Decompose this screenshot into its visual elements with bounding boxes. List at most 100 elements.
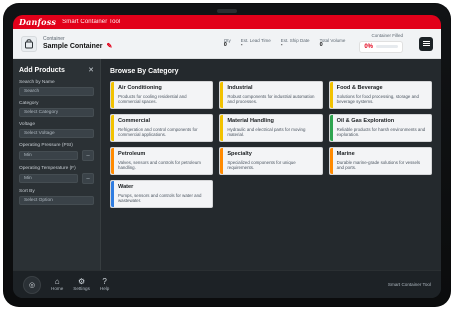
stat-value: 0 <box>319 42 323 48</box>
container-filled-percent: 0% <box>364 43 373 50</box>
container-title-group: Container Sample Container ✎ <box>21 35 112 52</box>
temperature-row: Min – <box>19 173 94 184</box>
container-title-text: Container Sample Container ✎ <box>43 36 112 51</box>
category-card[interactable]: Marine Durable marine-grade solutions fo… <box>328 147 432 175</box>
container-header: Container Sample Container ✎ Qty 0 Est. … <box>13 29 441 59</box>
footer-item-label: Home <box>51 285 64 291</box>
main-panel: Browse By Category Air Conditioning Prod… <box>101 59 441 270</box>
category-card-title: Oil & Gas Exploration <box>336 118 395 124</box>
category-card-title: Food & Beverage <box>336 85 383 91</box>
category-card-title: Air Conditioning <box>118 85 162 91</box>
voltage-field: Voltage Select Voltage <box>19 122 94 138</box>
temperature-field: Operating Temperature (F) Min – <box>19 166 94 184</box>
category-card-title: Specialty <box>227 151 252 157</box>
category-card[interactable]: Petroleum Valves, sensors and controls f… <box>110 147 214 175</box>
category-card[interactable]: Specialty Specialized components for uni… <box>219 147 323 175</box>
category-card-desc: Reliable products for harsh environments… <box>336 126 426 137</box>
container-stats: Qty 0 Est. Lead Time - Est. Ship Date - … <box>224 34 433 53</box>
top-bar: Danfoss Smart Container Tool <box>13 15 441 29</box>
category-card-title: Petroleum <box>118 151 146 157</box>
container-name: Sample Container <box>43 43 103 50</box>
close-icon[interactable]: ✕ <box>88 66 94 74</box>
footer-item-help[interactable]: ? Help <box>99 276 110 292</box>
gear-icon: ⚙ <box>77 276 86 286</box>
field-label: Category <box>19 101 39 106</box>
stat-value: 0 <box>223 42 227 48</box>
stat-ship-date: Est. Ship Date - <box>280 37 310 49</box>
footer-item-settings[interactable]: ⚙ Settings <box>73 276 90 292</box>
main-title: Browse By Category <box>110 68 179 75</box>
footer-left: ◎ ⌂ Home ⚙ Settings ? Help <box>23 275 110 294</box>
category-card[interactable]: Food & Beverage Solutions for food proce… <box>328 81 432 109</box>
stat-volume: Total Volume 0 <box>319 37 346 49</box>
menu-button[interactable] <box>419 36 433 51</box>
category-card-desc: Solutions for food processing, storage a… <box>336 93 419 104</box>
content-area: Add Products ✕ Search by Name Search Cat… <box>13 59 441 270</box>
sidebar-header: Add Products ✕ <box>19 66 94 75</box>
category-card-desc: Durable marine-grade solutions for vesse… <box>336 159 421 170</box>
edit-icon[interactable]: ✎ <box>106 43 112 50</box>
stat-lead-time: Est. Lead Time - <box>240 37 271 49</box>
sort-select[interactable]: Select Option <box>19 196 94 205</box>
category-field: Category Select Category <box>19 101 94 117</box>
voltage-select[interactable]: Select Voltage <box>19 129 94 138</box>
category-card[interactable]: Air Conditioning Products for cooling re… <box>110 81 214 109</box>
field-label: Operating Temperature (F) <box>19 166 76 171</box>
tool-title: Smart Container Tool <box>62 19 121 25</box>
help-icon: ? <box>102 276 107 286</box>
category-grid: Air Conditioning Products for cooling re… <box>110 81 432 208</box>
category-card-desc: Pumps, sensors and controls for water an… <box>118 192 202 203</box>
footer-item-label: Help <box>99 285 110 291</box>
stat-label: Est. Lead Time <box>240 37 271 43</box>
hamburger-icon <box>422 43 430 44</box>
category-card[interactable]: Oil & Gas Exploration Reliable products … <box>328 114 432 142</box>
container-filled-label: Container Filled <box>371 33 403 39</box>
footer-item-label: Settings <box>73 285 90 291</box>
category-card-title: Marine <box>336 151 355 157</box>
category-card[interactable]: Industrial Robust components for industr… <box>219 81 323 109</box>
pressure-row: Min – <box>19 150 94 161</box>
search-input[interactable]: Search <box>19 87 94 96</box>
category-card-desc: Products for cooling residential and com… <box>118 93 187 104</box>
camera <box>217 9 237 13</box>
temperature-min-input[interactable]: Min <box>19 174 78 183</box>
category-card[interactable]: Material Handling Hydraulic and electric… <box>219 114 323 142</box>
sort-field: Sort By Select Option <box>19 189 94 205</box>
footer-item-home[interactable]: ⌂ Home <box>51 276 64 292</box>
category-card-title: Water <box>118 184 134 190</box>
category-card-desc: Hydraulic and electrical parts for movin… <box>227 126 306 137</box>
category-card[interactable]: Commercial Refrigeration and control com… <box>110 114 214 142</box>
stat-qty: Qty 0 <box>223 38 231 49</box>
stat-value: - <box>280 42 283 48</box>
category-card-desc: Specialized components for unique requir… <box>227 159 296 170</box>
container-filled: Container Filled 0% <box>359 34 403 53</box>
category-card-desc: Refrigeration and control components for… <box>118 126 198 137</box>
footer-right-text: Smart Container Tool <box>387 282 431 287</box>
stat-label: Est. Ship Date <box>280 37 310 43</box>
category-card-title: Material Handling <box>227 118 274 124</box>
container-filled-pill: 0% <box>359 40 403 53</box>
category-select[interactable]: Select Category <box>19 108 94 117</box>
stat-value: - <box>240 42 243 48</box>
category-card[interactable]: Water Pumps, sensors and controls for wa… <box>110 180 214 208</box>
brand-logo: Danfoss <box>19 17 57 27</box>
container-icon <box>21 35 37 52</box>
container-kicker: Container <box>43 36 65 42</box>
container-filled-bar <box>376 45 398 49</box>
footer: ◎ ⌂ Home ⚙ Settings ? Help Smart Contain… <box>13 270 441 298</box>
pressure-field: Operating Pressure (PSI) Min – <box>19 143 94 161</box>
category-card-title: Industrial <box>227 85 253 91</box>
field-label: Operating Pressure (PSI) <box>19 143 73 148</box>
range-toggle[interactable]: – <box>82 150 94 161</box>
field-label: Sort By <box>19 189 35 194</box>
field-label: Search by Name <box>19 80 55 85</box>
container-title: Sample Container ✎ <box>43 43 112 50</box>
app-logo: ◎ <box>23 275 41 294</box>
range-toggle[interactable]: – <box>82 173 94 184</box>
category-card-desc: Robust components for industrial automat… <box>227 93 315 104</box>
pressure-min-input[interactable]: Min <box>19 151 78 160</box>
app-screen: Danfoss Smart Container Tool Container S… <box>13 15 441 298</box>
field-label: Voltage <box>19 122 36 127</box>
stat-label: Total Volume <box>319 37 346 43</box>
home-icon: ⌂ <box>54 276 60 286</box>
